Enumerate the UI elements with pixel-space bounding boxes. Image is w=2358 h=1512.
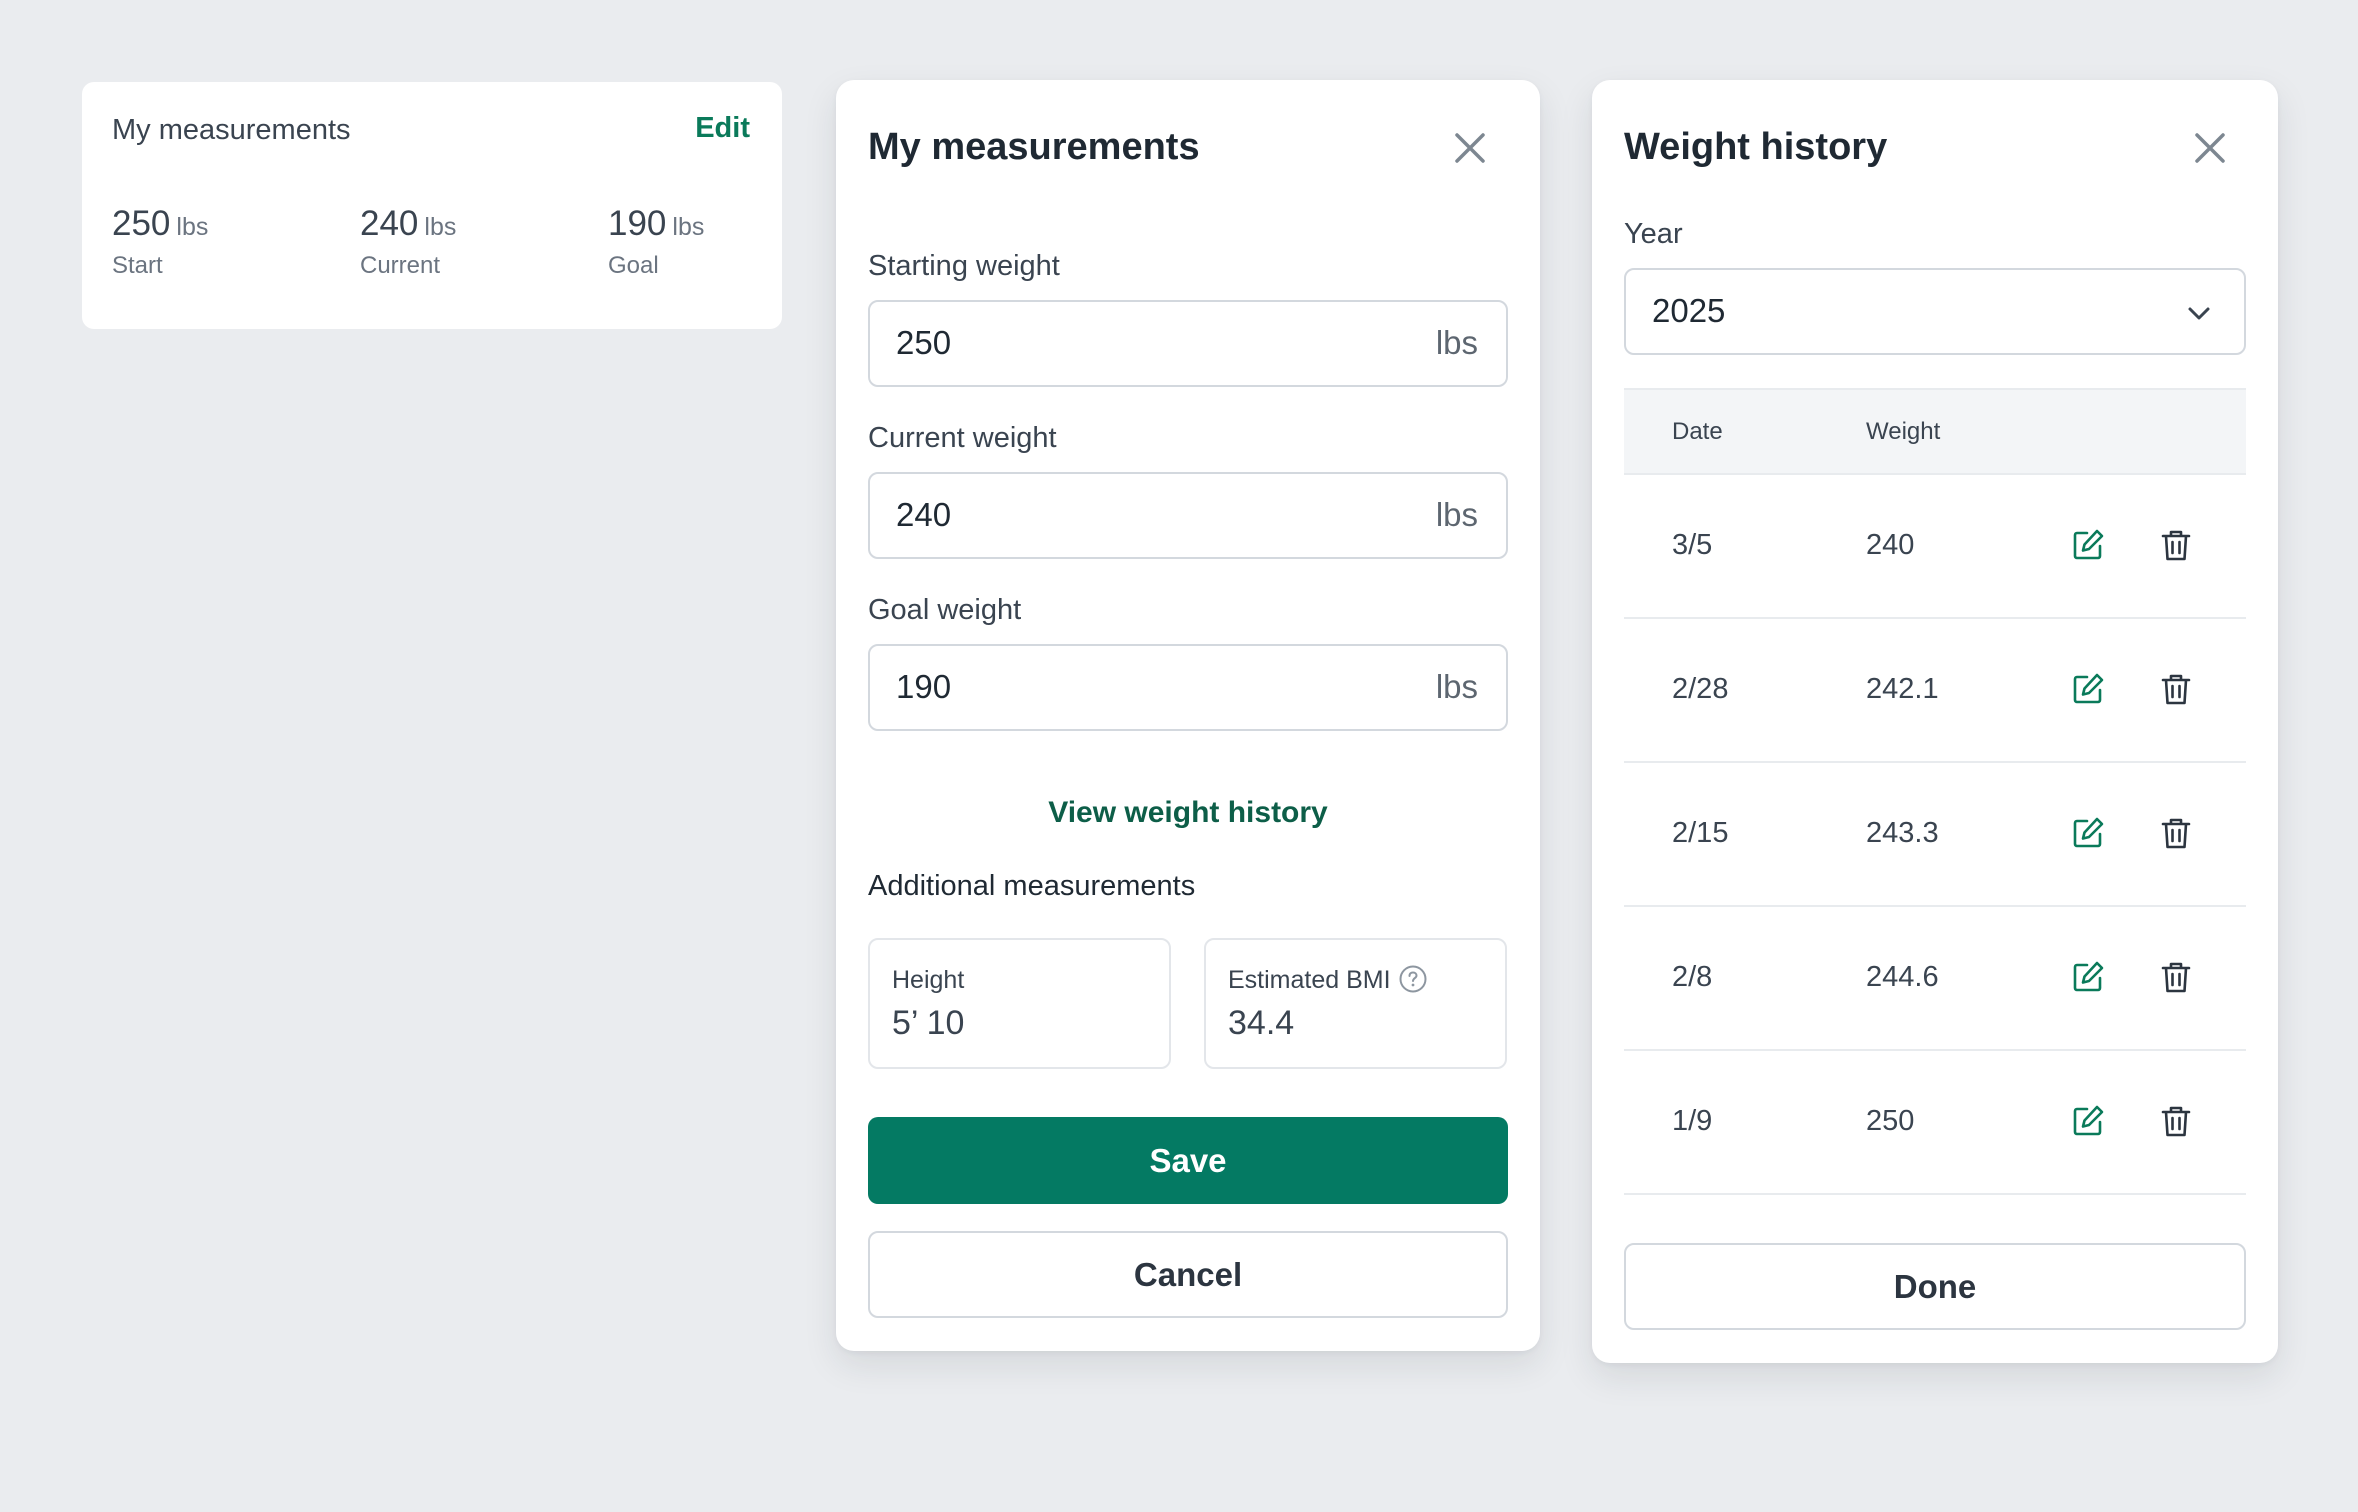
table-header: Date Weight	[1624, 388, 2246, 475]
edit-icon[interactable]	[2070, 1103, 2106, 1139]
trash-icon[interactable]	[2158, 1103, 2194, 1139]
height-value: 5’ 10	[892, 1004, 965, 1042]
row-date: 2/8	[1672, 961, 1713, 993]
row-date: 1/9	[1672, 1105, 1713, 1137]
goal-weight-input[interactable]: 190 lbs	[868, 644, 1508, 731]
cancel-button[interactable]: Cancel	[868, 1231, 1508, 1318]
input-unit: lbs	[1435, 324, 1478, 361]
bmi-value: 34.4	[1228, 1004, 1295, 1042]
trash-icon[interactable]	[2158, 815, 2194, 851]
modal-title: Weight history	[1624, 126, 1888, 168]
stat-value: 190	[608, 204, 667, 243]
input-unit: lbs	[1435, 496, 1478, 533]
input-unit: lbs	[1435, 668, 1478, 705]
year-select[interactable]: 2025	[1624, 268, 2246, 355]
height-card: Height 5’ 10	[868, 938, 1171, 1069]
bmi-card: Estimated BMI 34.4	[1204, 938, 1507, 1069]
edit-icon[interactable]	[2070, 671, 2106, 707]
starting-weight-label: Starting weight	[868, 250, 1060, 282]
year-label: Year	[1624, 218, 1683, 250]
row-weight: 242.1	[1866, 673, 1939, 705]
weight-history-modal: Weight history Year 2025 Date Weight 3/5…	[1592, 80, 2278, 1363]
done-button[interactable]: Done	[1624, 1243, 2246, 1330]
input-value: 240	[896, 496, 952, 533]
chevron-down-icon	[2188, 307, 2210, 320]
row-weight: 250	[1866, 1105, 1915, 1137]
table-row: 1/9 250	[1624, 1051, 2246, 1195]
close-icon[interactable]	[2190, 128, 2230, 168]
edit-icon[interactable]	[2070, 959, 2106, 995]
row-weight: 244.6	[1866, 961, 1939, 993]
stat-unit: lbs	[672, 213, 705, 241]
goal-weight-label: Goal weight	[868, 594, 1022, 626]
row-weight: 243.3	[1866, 817, 1939, 849]
stat-value: 240	[360, 204, 419, 243]
stat-value: 250	[112, 204, 171, 243]
edit-icon[interactable]	[2070, 815, 2106, 851]
stat-label: Start	[112, 252, 163, 279]
input-value: 250	[896, 324, 952, 361]
trash-icon[interactable]	[2158, 959, 2194, 995]
summary-card: My measurements Edit 250 lbs Start 240 lbs…	[82, 82, 782, 329]
trash-icon[interactable]	[2158, 671, 2194, 707]
table-row: 2/28 242.1	[1624, 619, 2246, 763]
stat-unit: lbs	[424, 213, 457, 241]
edit-icon[interactable]	[2070, 527, 2106, 563]
close-icon[interactable]	[1450, 128, 1490, 168]
column-weight: Weight	[1866, 418, 1941, 445]
year-value: 2025	[1652, 292, 1726, 329]
current-weight-input[interactable]: 240 lbs	[868, 472, 1508, 559]
table-row: 2/15 243.3	[1624, 763, 2246, 907]
stat-goal: 190 lbs Goal	[608, 204, 704, 280]
view-weight-history-link[interactable]: View weight history	[836, 796, 1540, 830]
row-date: 3/5	[1672, 529, 1713, 561]
column-date: Date	[1672, 418, 1723, 445]
help-icon[interactable]	[1398, 964, 1428, 994]
summary-title: My measurements	[112, 114, 351, 146]
bmi-label: Estimated BMI	[1228, 966, 1391, 994]
edit-button[interactable]: Edit	[695, 112, 750, 145]
modal-title: My measurements	[868, 126, 1200, 168]
starting-weight-input[interactable]: 250 lbs	[868, 300, 1508, 387]
stat-label: Current	[360, 252, 441, 279]
stat-start: 250 lbs Start	[112, 204, 208, 280]
current-weight-label: Current weight	[868, 422, 1057, 454]
stat-unit: lbs	[176, 213, 209, 241]
stat-current: 240 lbs Current	[360, 204, 456, 280]
additional-measurements-label: Additional measurements	[868, 870, 1196, 902]
table-row: 2/8 244.6	[1624, 907, 2246, 1051]
row-weight: 240	[1866, 529, 1915, 561]
table-row: 3/5 240	[1624, 475, 2246, 619]
trash-icon[interactable]	[2158, 527, 2194, 563]
row-date: 2/28	[1672, 673, 1729, 705]
weight-history-table: Date Weight 3/5 240 2/28 242.1 2/15 243.…	[1624, 388, 2246, 1196]
input-value: 190	[896, 668, 952, 705]
save-button[interactable]: Save	[868, 1117, 1508, 1204]
stat-label: Goal	[608, 252, 659, 279]
row-date: 2/15	[1672, 817, 1729, 849]
height-label: Height	[892, 966, 965, 994]
measurements-modal: My measurements Starting weight 250 lbs …	[836, 80, 1540, 1351]
